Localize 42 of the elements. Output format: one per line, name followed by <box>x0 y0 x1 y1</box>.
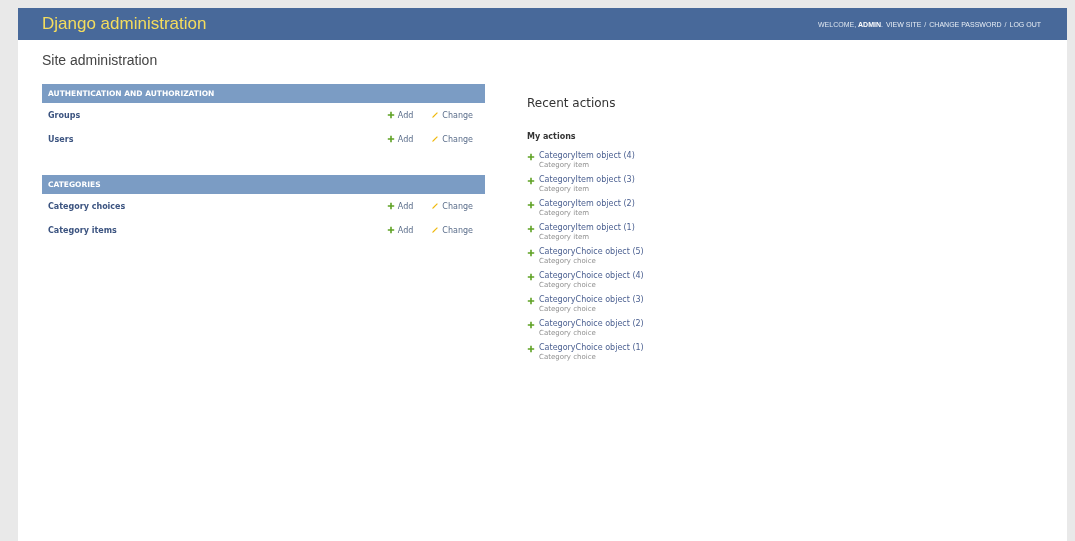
plus-icon <box>527 249 535 257</box>
model-link[interactable]: Category choices <box>48 201 369 211</box>
action-link[interactable]: CategoryItem object (1) <box>539 223 635 232</box>
change-link[interactable]: Change <box>431 201 473 211</box>
model-link[interactable]: Users <box>48 134 369 144</box>
page-title: Site administration <box>42 52 159 68</box>
action-link[interactable]: CategoryChoice object (4) <box>539 271 644 280</box>
action-link[interactable]: CategoryChoice object (1) <box>539 343 644 352</box>
pencil-icon <box>431 135 440 143</box>
plus-icon <box>386 135 395 143</box>
plus-icon <box>527 297 535 305</box>
change-link[interactable]: Change <box>431 134 473 144</box>
plus-icon <box>527 345 535 353</box>
model-link[interactable]: Groups <box>48 110 369 120</box>
plus-icon <box>527 153 535 161</box>
action-link[interactable]: CategoryItem object (3) <box>539 175 635 184</box>
action-link[interactable]: CategoryChoice object (3) <box>539 295 644 304</box>
plus-icon <box>386 111 395 119</box>
change-link[interactable]: Change <box>431 225 473 235</box>
add-link[interactable]: Add <box>386 134 414 144</box>
action-link[interactable]: CategoryChoice object (5) <box>539 247 644 256</box>
plus-icon <box>527 225 535 233</box>
change-link[interactable]: Change <box>431 110 473 120</box>
action-link[interactable]: CategoryItem object (2) <box>539 199 635 208</box>
plus-icon <box>386 226 395 234</box>
section-title: Recent actions <box>527 96 617 110</box>
plus-icon <box>527 201 535 209</box>
action-link[interactable]: CategoryItem object (4) <box>539 151 635 160</box>
action-link[interactable]: CategoryChoice object (2) <box>539 319 644 328</box>
plus-icon <box>527 321 535 329</box>
plus-icon <box>386 202 395 210</box>
pencil-icon <box>431 226 440 234</box>
section-subtitle: My actions <box>527 132 577 141</box>
model-link[interactable]: Category items <box>48 225 369 235</box>
add-link[interactable]: Add <box>386 201 414 211</box>
add-link[interactable]: Add <box>386 110 414 120</box>
add-link[interactable]: Add <box>386 225 414 235</box>
plus-icon <box>527 177 535 185</box>
pencil-icon <box>431 111 440 119</box>
pencil-icon <box>431 202 440 210</box>
plus-icon <box>527 273 535 281</box>
site-title[interactable]: Django administration <box>42 14 207 34</box>
